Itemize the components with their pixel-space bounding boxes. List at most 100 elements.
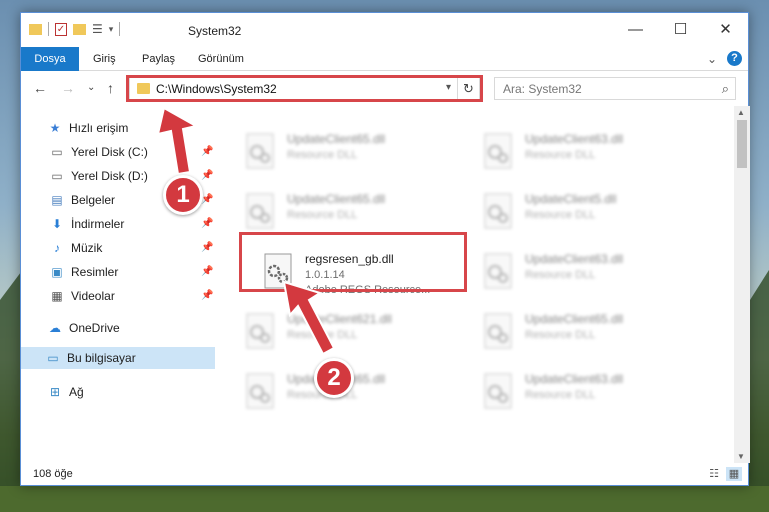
- search-placeholder: Ara: System32: [503, 82, 582, 96]
- pictures-icon: ▣: [51, 265, 63, 279]
- recent-locations-button[interactable]: ⌄: [87, 82, 95, 93]
- file-highlight: [239, 232, 467, 292]
- sidebar-item-downloads[interactable]: ⬇ İndirmeler 📌: [49, 213, 243, 235]
- sidebar-item-label: Hızlı erişim: [69, 121, 129, 135]
- sidebar-item-label: Bu bilgisayar: [67, 351, 136, 365]
- sidebar-item-label: Resimler: [71, 265, 119, 279]
- file-name: UpdateClient621.dll: [287, 312, 392, 326]
- tab-file[interactable]: Dosya: [21, 47, 79, 71]
- dll-file-icon: [484, 133, 512, 169]
- file-detail: Resource DLL: [525, 269, 596, 281]
- toolbar-separator: [48, 22, 49, 36]
- navigation-pane: ★ Hızlı erişim ▭ Yerel Disk (C:) 📌 ▭ Yer…: [21, 113, 215, 463]
- view-menu-icon[interactable]: ☰: [92, 22, 103, 36]
- search-icon[interactable]: ⌕: [722, 81, 729, 97]
- help-icon[interactable]: ?: [727, 51, 742, 66]
- scrollbar-thumb[interactable]: [737, 120, 747, 168]
- tab-share[interactable]: Paylaş: [132, 47, 185, 71]
- sidebar-item-local-disk-d[interactable]: ▭ Yerel Disk (D:) 📌: [49, 165, 243, 187]
- file-item[interactable]: UpdateClient63.dll Resource DLL: [475, 126, 695, 182]
- sidebar-item-onedrive[interactable]: ☁ OneDrive: [47, 317, 120, 339]
- toolbar-separator: [119, 22, 121, 36]
- pin-icon[interactable]: 📌: [201, 213, 213, 235]
- maximize-button[interactable]: ☐: [658, 13, 703, 45]
- sidebar-item-local-disk-c[interactable]: ▭ Yerel Disk (C:) 📌: [49, 141, 243, 163]
- new-folder-icon[interactable]: [73, 23, 86, 35]
- window-title: System32: [188, 24, 242, 38]
- file-detail: Resource DLL: [287, 149, 358, 161]
- file-detail: Resource DLL: [525, 149, 596, 161]
- search-box[interactable]: Ara: System32 ⌕: [494, 77, 736, 100]
- file-detail: Resource DLL: [525, 329, 596, 341]
- address-bar-highlight: [126, 75, 483, 102]
- customize-toolbar-icon[interactable]: ▾: [109, 24, 114, 35]
- vertical-scrollbar[interactable]: ▲ ▼: [734, 106, 750, 463]
- file-item[interactable]: UpdateClient63.dll Resource DLL: [475, 366, 695, 422]
- document-icon: ▤: [51, 193, 63, 207]
- pin-icon[interactable]: 📌: [201, 237, 213, 259]
- status-bar: 108 öğe ☷ ▦: [21, 465, 748, 485]
- forward-button[interactable]: →: [61, 80, 75, 96]
- music-icon: ♪: [54, 241, 60, 255]
- sidebar-item-documents[interactable]: ▤ Belgeler 📌: [49, 189, 243, 211]
- pin-icon[interactable]: 📌: [201, 165, 213, 187]
- view-switcher: ☷ ▦: [706, 467, 742, 481]
- file-detail: Resource DLL: [287, 209, 358, 221]
- file-name: UpdateClient63.dll: [525, 372, 624, 386]
- drive-icon: ▭: [51, 169, 63, 183]
- file-item[interactable]: UpdateClient621.dll Resource DLL: [237, 306, 457, 362]
- dll-file-icon: [484, 373, 512, 409]
- dll-file-icon: [246, 373, 274, 409]
- pin-icon[interactable]: 📌: [201, 285, 213, 307]
- sidebar-item-quick-access[interactable]: ★ Hızlı erişim: [47, 117, 129, 139]
- file-item[interactable]: UpdateClient65.dll Resource DLL: [237, 126, 457, 182]
- sidebar-item-label: Müzik: [71, 241, 103, 255]
- star-icon: ★: [49, 121, 61, 135]
- tab-view[interactable]: Görünüm: [188, 47, 254, 71]
- file-name: UpdateClient63.dll: [525, 132, 624, 146]
- cloud-icon: ☁: [49, 321, 61, 335]
- scroll-up-icon[interactable]: ▲: [737, 108, 745, 117]
- file-detail: Resource DLL: [287, 329, 358, 341]
- file-item[interactable]: UpdateClient5.dll Resource DLL: [475, 186, 695, 242]
- up-button[interactable]: ↑: [107, 80, 114, 96]
- dll-file-icon: [484, 253, 512, 289]
- sidebar-item-this-pc[interactable]: ▭ Bu bilgisayar: [21, 347, 215, 369]
- sidebar-item-pictures[interactable]: ▣ Resimler 📌: [49, 261, 243, 283]
- file-name: UpdateClient65.dll: [525, 312, 624, 326]
- dll-file-icon: [246, 133, 274, 169]
- sidebar-item-label: Ağ: [69, 385, 84, 399]
- ribbon-right-controls: ⌄ ?: [707, 51, 742, 66]
- back-button[interactable]: ←: [33, 80, 47, 96]
- dll-file-icon: [246, 193, 274, 229]
- download-icon: ⬇: [51, 217, 63, 231]
- file-item[interactable]: UpdateClient63.dll Resource DLL: [475, 246, 695, 302]
- file-detail: Resource DLL: [525, 209, 596, 221]
- sidebar-item-music[interactable]: ♪ Müzik 📌: [49, 237, 243, 259]
- network-icon: ⊞: [49, 385, 61, 399]
- file-item[interactable]: UpdateClient65.dll Resource DLL: [475, 306, 695, 362]
- dll-file-icon: [484, 193, 512, 229]
- sidebar-item-label: Yerel Disk (D:): [71, 169, 148, 183]
- tab-home[interactable]: Giriş: [83, 47, 126, 71]
- computer-icon: ▭: [47, 351, 59, 365]
- sidebar-item-label: Yerel Disk (C:): [71, 145, 148, 159]
- dll-file-icon: [246, 313, 274, 349]
- details-view-icon[interactable]: ☷: [706, 467, 722, 481]
- quick-access-toolbar: ✓ ☰ ▾: [29, 22, 121, 36]
- properties-icon[interactable]: ✓: [55, 22, 67, 36]
- item-count: 108 öğe: [33, 468, 73, 480]
- scroll-down-icon[interactable]: ▼: [737, 452, 745, 461]
- step-marker-2: 2: [314, 358, 354, 398]
- tiles-view-icon[interactable]: ▦: [726, 467, 742, 481]
- pin-icon[interactable]: 📌: [201, 141, 213, 163]
- minimize-button[interactable]: —: [613, 13, 658, 45]
- folder-icon: [29, 23, 42, 35]
- pin-icon[interactable]: 📌: [201, 261, 213, 283]
- sidebar-item-network[interactable]: ⊞ Ağ: [47, 381, 84, 403]
- close-button[interactable]: ✕: [703, 13, 748, 45]
- ribbon: Dosya Giriş Paylaş Görünüm ⌄ ?: [21, 47, 748, 71]
- file-detail: Resource DLL: [525, 389, 596, 401]
- expand-ribbon-icon[interactable]: ⌄: [707, 52, 717, 66]
- sidebar-item-videos[interactable]: ▦ Videolar 📌: [49, 285, 243, 307]
